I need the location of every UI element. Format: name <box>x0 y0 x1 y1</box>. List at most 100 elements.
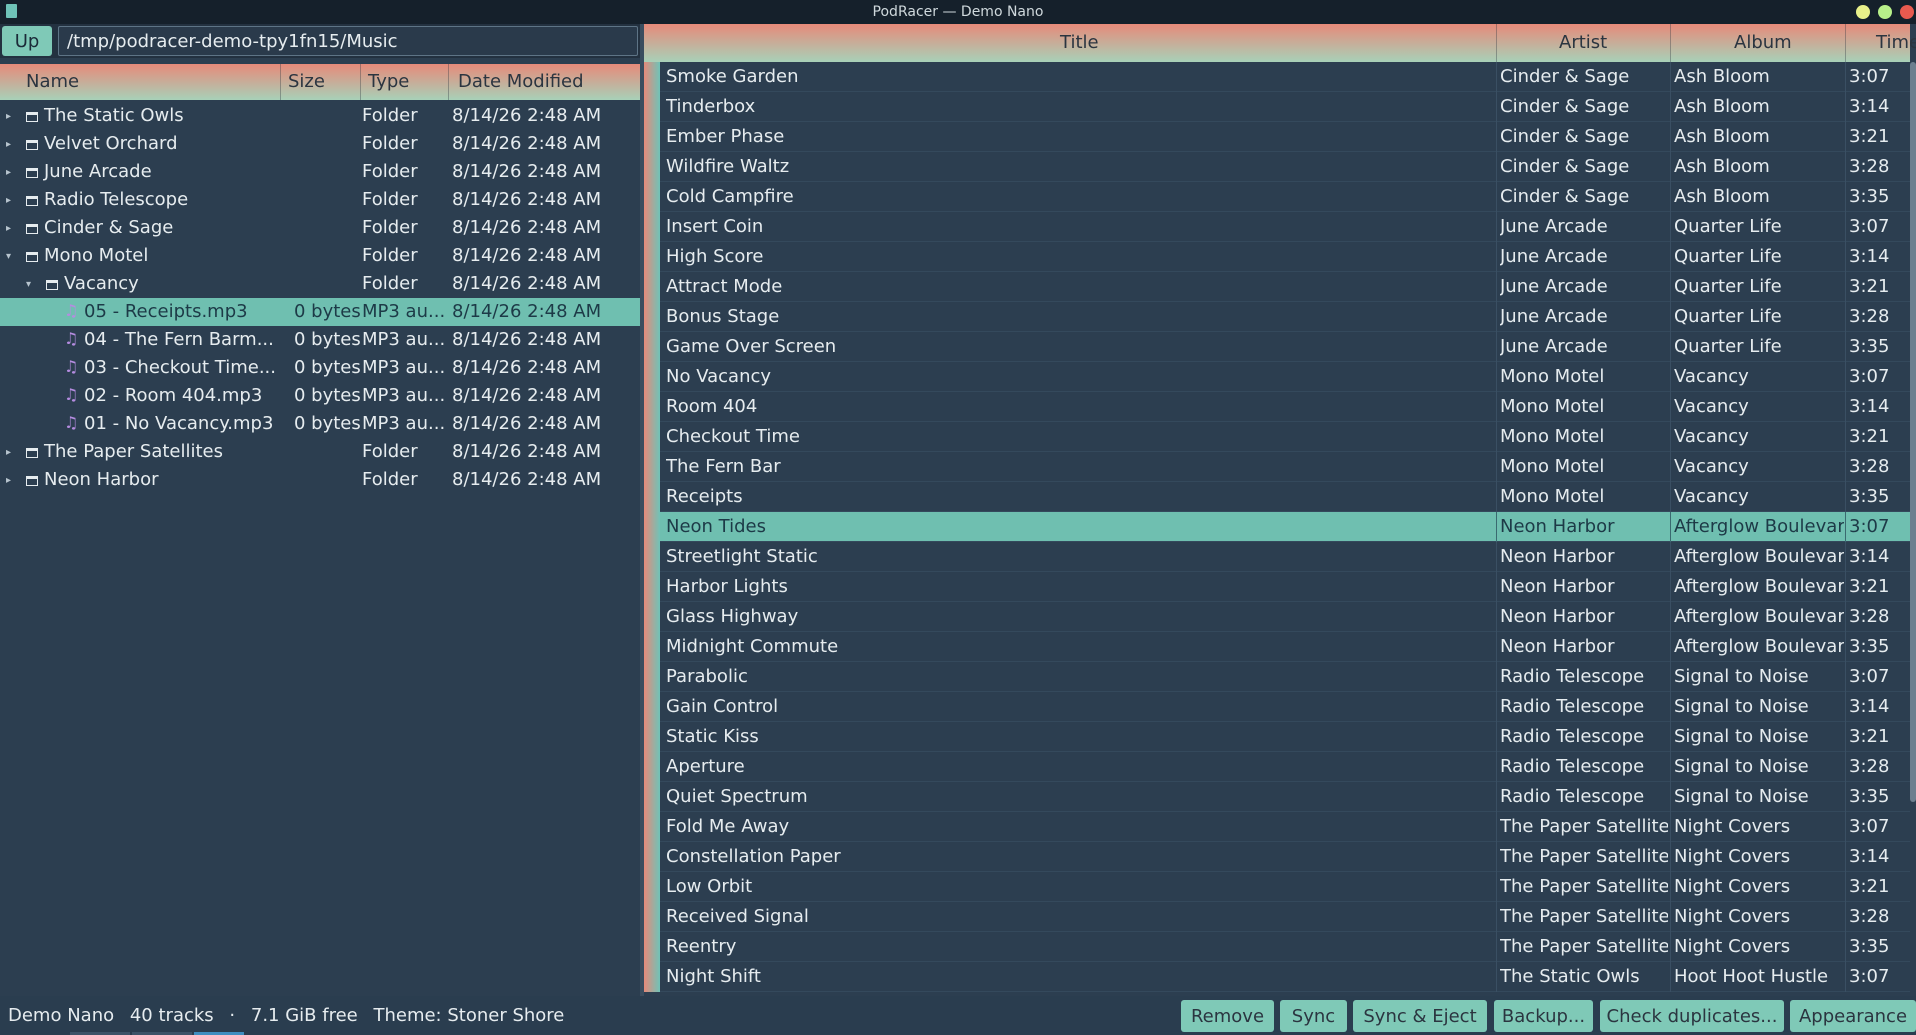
backup-button[interactable]: Backup... <box>1494 1000 1593 1032</box>
expand-arrow-closed-icon[interactable]: ▸ <box>6 195 11 206</box>
track-row[interactable]: Insert Coin June Arcade Quarter Life 3:07 <box>644 212 1910 242</box>
track-row[interactable]: The Fern Bar Mono Motel Vacancy 3:28 <box>644 452 1910 482</box>
track-title: Aperture <box>666 756 745 777</box>
track-row[interactable]: High Score June Arcade Quarter Life 3:14 <box>644 242 1910 272</box>
track-title: Night Shift <box>666 966 761 987</box>
expand-arrow-closed-icon[interactable]: ▸ <box>6 111 11 122</box>
file-row[interactable]: ▸ Velvet Orchard Folder 8/14/26 2:48 AM <box>0 130 640 158</box>
track-row[interactable]: Parabolic Radio Telescope Signal to Noise 3… <box>644 662 1910 692</box>
music-note-icon: ♫ <box>64 301 79 320</box>
expand-arrow-closed-icon[interactable]: ▸ <box>6 475 11 486</box>
track-row[interactable]: Reentry The Paper Satellites Night Covers 3… <box>644 932 1910 962</box>
up-button[interactable]: Up <box>2 26 52 56</box>
column-header-name[interactable]: Name <box>26 71 79 92</box>
track-row[interactable]: Glass Highway Neon Harbor Afterglow Boulev… <box>644 602 1910 632</box>
row-marker <box>644 842 660 872</box>
file-row[interactable]: ▸ June Arcade Folder 8/14/26 2:48 AM <box>0 158 640 186</box>
path-input[interactable] <box>58 26 638 56</box>
sync-eject-button[interactable]: Sync & Eject <box>1353 1000 1487 1032</box>
track-row[interactable]: Cold Campfire Cinder & Sage Ash Bloom 3:35 <box>644 182 1910 212</box>
column-header-artist[interactable]: Artist <box>1559 32 1607 53</box>
track-title: Smoke Garden <box>666 66 799 87</box>
file-date: 8/14/26 2:48 AM <box>452 357 602 378</box>
expand-arrow-open-icon[interactable]: ▾ <box>26 279 31 290</box>
appearance-button[interactable]: Appearance <box>1790 1000 1916 1032</box>
track-row[interactable]: Attract Mode June Arcade Quarter Life 3:21 <box>644 272 1910 302</box>
track-title: No Vacancy <box>666 366 772 387</box>
track-row[interactable]: Ember Phase Cinder & Sage Ash Bloom 3:21 <box>644 122 1910 152</box>
track-row[interactable]: Checkout Time Mono Motel Vacancy 3:21 <box>644 422 1910 452</box>
music-note-icon: ♫ <box>64 385 79 404</box>
track-time: 3:35 <box>1849 936 1890 957</box>
track-artist: Neon Harbor <box>1500 516 1615 537</box>
file-row[interactable]: ♫ 04 - The Fern Barm... 0 bytes MP3 au... 8/… <box>0 326 640 354</box>
track-row[interactable]: Streetlight Static Neon Harbor Afterglow B… <box>644 542 1910 572</box>
expand-arrow-closed-icon[interactable]: ▸ <box>6 167 11 178</box>
row-marker <box>644 722 660 752</box>
expand-arrow-closed-icon[interactable]: ▸ <box>6 223 11 234</box>
file-row[interactable]: ▸ Radio Telescope Folder 8/14/26 2:48 AM <box>0 186 640 214</box>
track-row[interactable]: Game Over Screen June Arcade Quarter Life 3… <box>644 332 1910 362</box>
track-list-scrollbar[interactable] <box>1910 62 1916 802</box>
file-row[interactable]: ▾ Mono Motel Folder 8/14/26 2:48 AM <box>0 242 640 270</box>
app-icon <box>6 4 17 18</box>
track-row[interactable]: Night Shift The Static Owls Hoot Hoot Hust… <box>644 962 1910 992</box>
track-row[interactable]: Tinderbox Cinder & Sage Ash Bloom 3:14 <box>644 92 1910 122</box>
track-time: 3:21 <box>1849 576 1890 597</box>
column-header-album[interactable]: Album <box>1734 32 1792 53</box>
track-row[interactable]: Harbor Lights Neon Harbor Afterglow Boulev… <box>644 572 1910 602</box>
file-row[interactable]: ♫ 05 - Receipts.mp3 0 bytes MP3 au... 8/14/2… <box>0 298 640 326</box>
maximize-button[interactable] <box>1878 5 1892 19</box>
track-row[interactable]: Midnight Commute Neon Harbor Afterglow Bou… <box>644 632 1910 662</box>
track-artist: June Arcade <box>1500 246 1608 267</box>
file-row[interactable]: ♫ 02 - Room 404.mp3 0 bytes MP3 au... 8/14/2… <box>0 382 640 410</box>
track-row[interactable]: Neon Tides Neon Harbor Afterglow Boulevard… <box>644 512 1910 542</box>
track-row[interactable]: Aperture Radio Telescope Signal to Noise 3:… <box>644 752 1910 782</box>
expand-arrow-closed-icon[interactable]: ▸ <box>6 139 11 150</box>
folder-icon <box>46 280 58 290</box>
track-row[interactable]: Quiet Spectrum Radio Telescope Signal to N… <box>644 782 1910 812</box>
file-row[interactable]: ▸ The Static Owls Folder 8/14/26 2:48 AM <box>0 102 640 130</box>
file-row[interactable]: ▸ Cinder & Sage Folder 8/14/26 2:48 AM <box>0 214 640 242</box>
minimize-button[interactable] <box>1856 5 1870 19</box>
row-marker <box>644 812 660 842</box>
file-row[interactable]: ♫ 03 - Checkout Time... 0 bytes MP3 au... 8/… <box>0 354 640 382</box>
track-row[interactable]: Static Kiss Radio Telescope Signal to Nois… <box>644 722 1910 752</box>
column-header-time[interactable]: Time <box>1876 32 1916 53</box>
track-title: Tinderbox <box>666 96 756 117</box>
track-row[interactable]: Wildfire Waltz Cinder & Sage Ash Bloom 3:28 <box>644 152 1910 182</box>
row-marker <box>644 302 660 332</box>
expand-arrow-open-icon[interactable]: ▾ <box>6 251 11 262</box>
row-marker <box>644 602 660 632</box>
track-row[interactable]: Receipts Mono Motel Vacancy 3:35 <box>644 482 1910 512</box>
check-duplicates-button[interactable]: Check duplicates... <box>1600 1000 1784 1032</box>
track-row[interactable]: Room 404 Mono Motel Vacancy 3:14 <box>644 392 1910 422</box>
track-row[interactable]: Fold Me Away The Paper Satellites Night Co… <box>644 812 1910 842</box>
track-artist: Mono Motel <box>1500 426 1605 447</box>
track-row[interactable]: No Vacancy Mono Motel Vacancy 3:07 <box>644 362 1910 392</box>
column-header-date-modified[interactable]: Date Modified <box>458 71 584 92</box>
file-row[interactable]: ♫ 01 - No Vacancy.mp3 0 bytes MP3 au... 8/14… <box>0 410 640 438</box>
track-row[interactable]: Low Orbit The Paper Satellites Night Cover… <box>644 872 1910 902</box>
column-header-type[interactable]: Type <box>368 71 409 92</box>
expand-arrow-closed-icon[interactable]: ▸ <box>6 447 11 458</box>
column-header-title[interactable]: Title <box>1060 32 1099 53</box>
column-header-size[interactable]: Size <box>288 71 325 92</box>
file-row[interactable]: ▾ Vacancy Folder 8/14/26 2:48 AM <box>0 270 640 298</box>
file-row[interactable]: ▸ Neon Harbor Folder 8/14/26 2:48 AM <box>0 466 640 494</box>
file-type: MP3 au... <box>362 301 446 322</box>
track-album: Night Covers <box>1674 846 1791 867</box>
track-album: Afterglow Boulevard <box>1674 636 1844 657</box>
track-title: Fold Me Away <box>666 816 790 837</box>
remove-button[interactable]: Remove <box>1181 1000 1274 1032</box>
track-artist: Mono Motel <box>1500 456 1605 477</box>
track-row[interactable]: Received Signal The Paper Satellites Night… <box>644 902 1910 932</box>
track-title: Glass Highway <box>666 606 799 627</box>
sync-button[interactable]: Sync <box>1280 1000 1347 1032</box>
track-row[interactable]: Gain Control Radio Telescope Signal to Noi… <box>644 692 1910 722</box>
track-row[interactable]: Smoke Garden Cinder & Sage Ash Bloom 3:07 <box>644 62 1910 92</box>
track-row[interactable]: Bonus Stage June Arcade Quarter Life 3:28 <box>644 302 1910 332</box>
track-row[interactable]: Constellation Paper The Paper Satellites N… <box>644 842 1910 872</box>
close-button[interactable] <box>1900 5 1914 19</box>
file-row[interactable]: ▸ The Paper Satellites Folder 8/14/26 2:48 … <box>0 438 640 466</box>
